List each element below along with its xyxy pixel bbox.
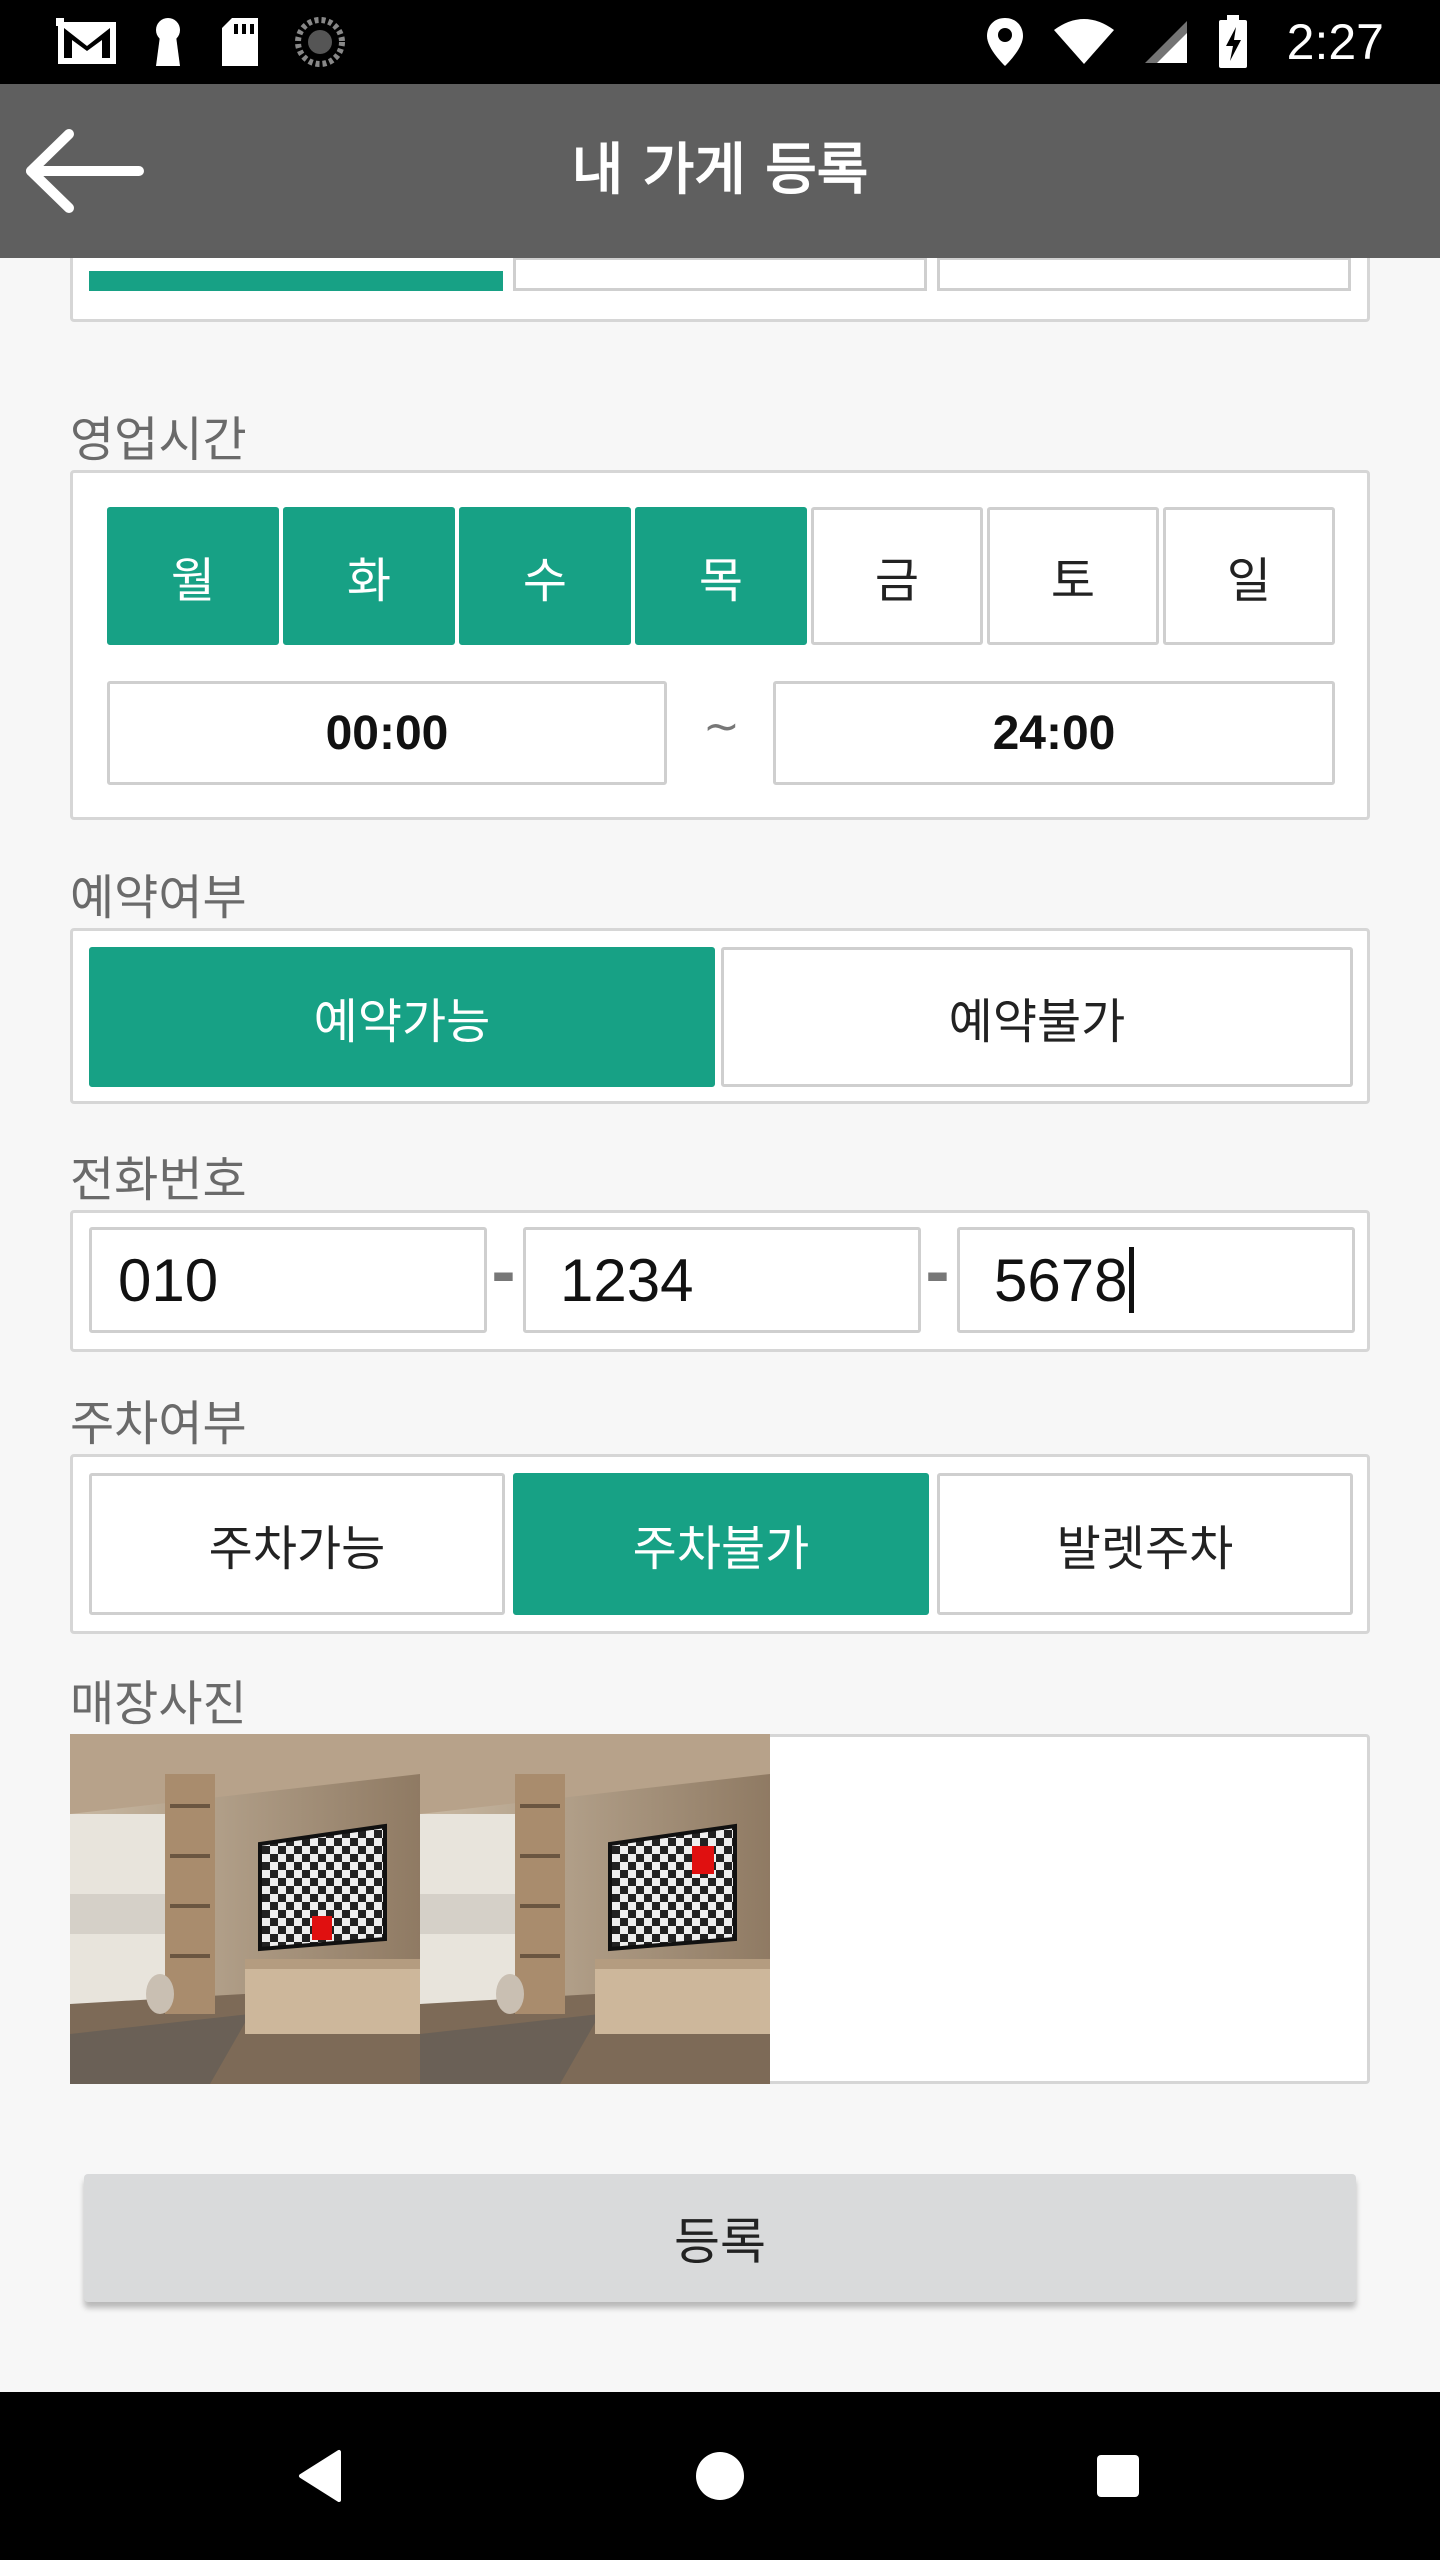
app-bar: 내 가게 등록 [0, 84, 1440, 258]
text-cursor [1129, 1247, 1135, 1313]
day-sat-label: 토 [1050, 553, 1096, 609]
day-sun-toggle[interactable]: 일 [1163, 507, 1335, 645]
submit-button[interactable]: 등록 [84, 2174, 1356, 2302]
business-hours-label: 영업시간 [70, 412, 247, 468]
sync-icon [295, 17, 345, 67]
status-time: 2:27 [1286, 14, 1384, 70]
day-mon-label: 월 [170, 553, 216, 609]
valet-parking-option[interactable]: 발렛주차 [937, 1473, 1353, 1615]
page-title: 내 가게 등록 [571, 138, 869, 203]
day-fri-label: 금 [874, 553, 920, 609]
back-triangle-icon [299, 2450, 341, 2502]
home-circle-icon [696, 2452, 744, 2500]
reservation-unavailable-label: 예약불가 [948, 994, 1126, 1050]
close-time-picker[interactable]: 24:00 [773, 681, 1335, 785]
signal-icon [1144, 21, 1187, 63]
phone-dash-2: - [925, 1239, 950, 1309]
sd-card-icon [222, 18, 258, 66]
parking-available-label: 주차가능 [208, 1521, 386, 1577]
reservation-available-label: 예약가능 [313, 994, 491, 1050]
phone-part2-value: 1234 [560, 1246, 694, 1314]
photos-label: 매장사진 [70, 1676, 247, 1732]
open-time-picker[interactable]: 00:00 [107, 681, 667, 785]
previous-section-frame [70, 258, 1370, 322]
day-mon-toggle[interactable]: 월 [107, 507, 279, 645]
wifi-icon [1053, 19, 1114, 64]
previous-option-2[interactable] [513, 258, 927, 291]
store-photo-2-image [420, 1734, 770, 2084]
nav-home-button[interactable] [670, 2426, 770, 2526]
day-tue-toggle[interactable]: 화 [283, 507, 455, 645]
parking-unavailable-option[interactable]: 주차불가 [513, 1473, 929, 1615]
reservation-frame: 예약가능 예약불가 [70, 928, 1370, 1104]
status-right-icons: 2:27 [985, 14, 1384, 70]
day-wed-toggle[interactable]: 수 [459, 507, 631, 645]
day-thu-label: 목 [698, 553, 744, 609]
store-photo-1-image [70, 1734, 420, 2084]
phone-part3-value: 5678 [994, 1246, 1128, 1314]
parking-frame: 주차가능 주차불가 발렛주차 [70, 1454, 1370, 1634]
valet-parking-label: 발렛주차 [1056, 1521, 1234, 1577]
parking-label: 주차여부 [70, 1396, 247, 1452]
day-wed-label: 수 [522, 553, 568, 609]
system-nav-bar [0, 2392, 1440, 2560]
store-photo-2[interactable] [420, 1734, 770, 2084]
reservation-available-option[interactable]: 예약가능 [89, 947, 715, 1087]
reservation-label: 예약여부 [70, 870, 247, 926]
phone-part1-value: 010 [118, 1246, 219, 1314]
status-left-icons [56, 14, 346, 70]
day-tue-label: 화 [346, 553, 392, 609]
day-sat-toggle[interactable]: 토 [987, 507, 1159, 645]
phone-part2-input[interactable]: 1234 [523, 1227, 921, 1333]
time-separator: ~ [703, 701, 740, 752]
parking-available-option[interactable]: 주차가능 [89, 1473, 505, 1615]
store-photo-1[interactable] [70, 1734, 420, 2084]
reservation-unavailable-option[interactable]: 예약불가 [721, 947, 1353, 1087]
submit-label: 등록 [674, 2213, 766, 2271]
parking-unavailable-label: 주차불가 [632, 1521, 810, 1577]
nav-back-button[interactable] [270, 2426, 370, 2526]
form-content[interactable]: 영업시간 월 화 수 목 금 토 일 00:00 ~ 24:00 예약여부 예약… [0, 258, 1440, 2392]
phone-part1-input[interactable]: 010 [89, 1227, 487, 1333]
keyhole-icon [156, 18, 180, 66]
phone-part3-input[interactable]: 5678 [957, 1227, 1355, 1333]
status-bar: 2:27 [0, 0, 1440, 84]
photos-frame[interactable] [70, 1734, 1370, 2084]
nav-recents-button[interactable] [1068, 2426, 1168, 2526]
phone-label: 전화번호 [70, 1152, 247, 1208]
previous-option-3[interactable] [937, 258, 1351, 291]
business-hours-frame: 월 화 수 목 금 토 일 00:00 ~ 24:00 [70, 470, 1370, 820]
day-thu-toggle[interactable]: 목 [635, 507, 807, 645]
day-fri-toggle[interactable]: 금 [811, 507, 983, 645]
phone-frame: 010 - 1234 - 5678 [70, 1210, 1370, 1352]
recents-square-icon [1097, 2455, 1139, 2497]
battery-charging-icon [1218, 15, 1247, 68]
gmail-icon [56, 18, 116, 64]
day-sun-label: 일 [1226, 553, 1272, 609]
previous-option-selected[interactable] [89, 271, 503, 291]
location-icon [986, 18, 1023, 66]
phone-dash-1: - [491, 1239, 516, 1309]
